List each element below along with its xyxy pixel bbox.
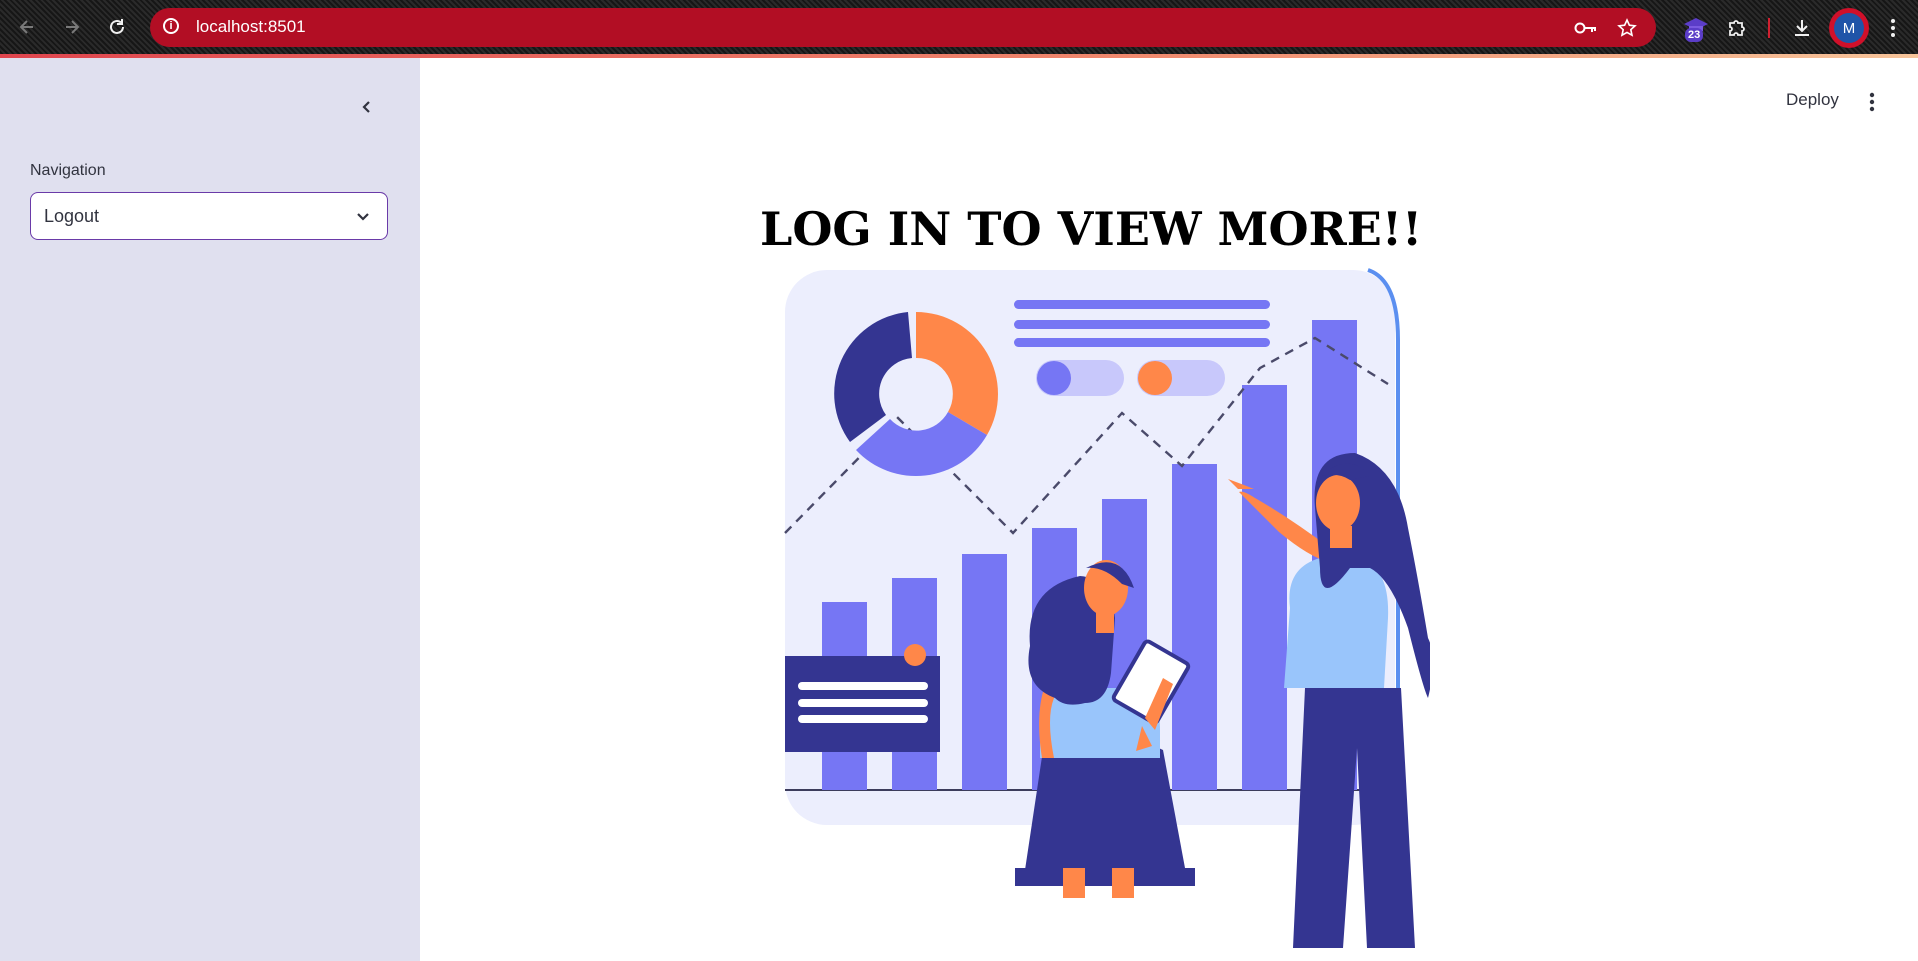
back-icon[interactable]: [12, 12, 42, 42]
extensions-puzzle-icon[interactable]: [1721, 12, 1753, 44]
address-url[interactable]: localhost:8501: [196, 17, 306, 37]
profile-avatar[interactable]: M: [1829, 8, 1869, 48]
navigation-label: Navigation: [30, 162, 106, 179]
navigation-select[interactable]: Logout: [30, 192, 388, 240]
page-title: LOG IN TO VIEW MORE!!: [760, 202, 1423, 256]
extension-badge-count: 23: [1685, 28, 1704, 42]
profile-initial: M: [1834, 13, 1864, 43]
bookmark-star-icon[interactable]: [1614, 15, 1640, 41]
reload-icon[interactable]: [102, 12, 132, 42]
collapse-sidebar-icon[interactable]: [352, 92, 382, 122]
site-info-icon[interactable]: i: [163, 18, 179, 34]
deploy-button[interactable]: Deploy: [1786, 90, 1839, 110]
sidebar: Navigation Logout: [0, 58, 420, 961]
password-key-icon[interactable]: [1573, 15, 1599, 41]
forward-icon[interactable]: [57, 12, 87, 42]
chevron-down-icon[interactable]: [353, 207, 373, 227]
navigation-select-value: Logout: [44, 206, 100, 226]
address-bar[interactable]: i localhost:8501: [150, 8, 1656, 47]
toolbar-separator: [1768, 18, 1770, 38]
download-icon[interactable]: [1786, 12, 1818, 44]
app-menu-icon[interactable]: [1860, 86, 1884, 118]
analytics-illustration: [784, 268, 1430, 948]
browser-menu-icon[interactable]: [1877, 12, 1909, 44]
